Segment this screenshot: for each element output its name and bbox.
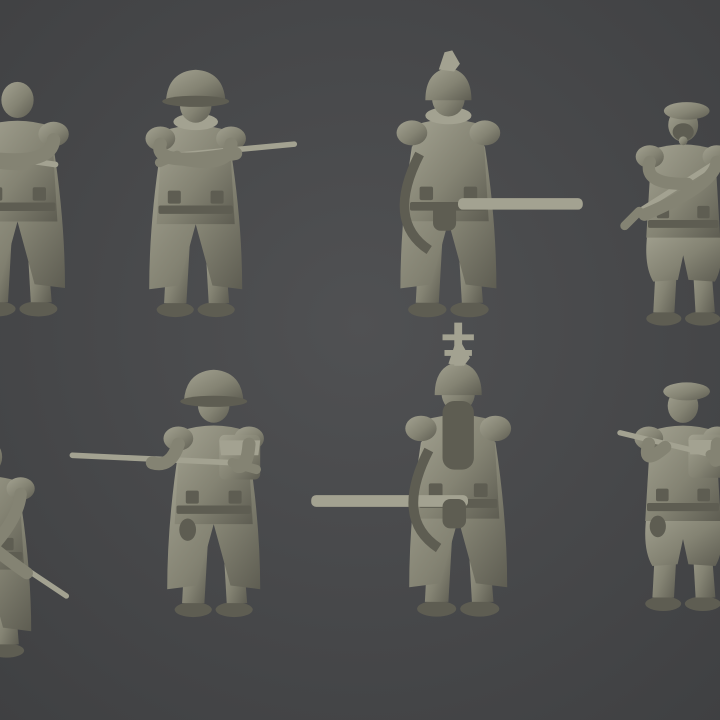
left-boot <box>417 600 457 617</box>
right-boot <box>19 301 58 317</box>
flamer-tank <box>442 499 467 529</box>
belt <box>0 202 56 212</box>
pouch-right <box>32 187 47 201</box>
belt <box>648 220 719 228</box>
left-boot <box>408 301 447 318</box>
right-boot <box>460 600 500 617</box>
left-boot <box>156 302 194 318</box>
right-boot <box>684 596 720 611</box>
flamer-tank <box>433 202 457 231</box>
pouch-left <box>167 190 181 204</box>
pouch-left <box>428 483 443 498</box>
pouch-right <box>210 190 224 204</box>
belt <box>176 505 251 514</box>
background <box>0 0 720 720</box>
fuel-tank-back <box>442 401 474 470</box>
head <box>1 81 34 118</box>
pouch-right <box>463 186 478 201</box>
pouch-right <box>697 488 710 502</box>
helmet-brim <box>180 395 248 407</box>
helmet-brim <box>162 95 230 107</box>
pouch-left <box>185 490 199 504</box>
left-shoulder <box>396 120 428 146</box>
miniatures-scene <box>0 0 720 720</box>
right-boot <box>450 301 489 318</box>
right-boot <box>684 311 720 326</box>
left-boot <box>645 596 682 611</box>
pouch-left <box>656 488 669 502</box>
belt <box>158 205 233 214</box>
left-shoulder <box>405 415 437 442</box>
right-arm <box>709 437 720 467</box>
pouch-right <box>228 490 242 504</box>
beret <box>663 102 710 120</box>
belt <box>647 503 719 512</box>
pouch-right <box>697 205 710 219</box>
pouch-left <box>0 187 3 201</box>
mask-filter <box>678 136 688 146</box>
beret <box>663 382 710 401</box>
render-viewport <box>0 0 720 720</box>
right-shoulder <box>469 120 501 146</box>
canteen <box>649 515 666 538</box>
right-boot <box>215 602 253 618</box>
right-boot <box>197 302 235 318</box>
pouch-left <box>419 186 434 201</box>
pouch-right <box>473 483 488 498</box>
right-shoulder <box>479 415 512 442</box>
canteen <box>179 518 197 541</box>
left-boot <box>646 311 682 326</box>
left-boot <box>174 602 212 618</box>
flamer-barrel <box>458 198 583 210</box>
